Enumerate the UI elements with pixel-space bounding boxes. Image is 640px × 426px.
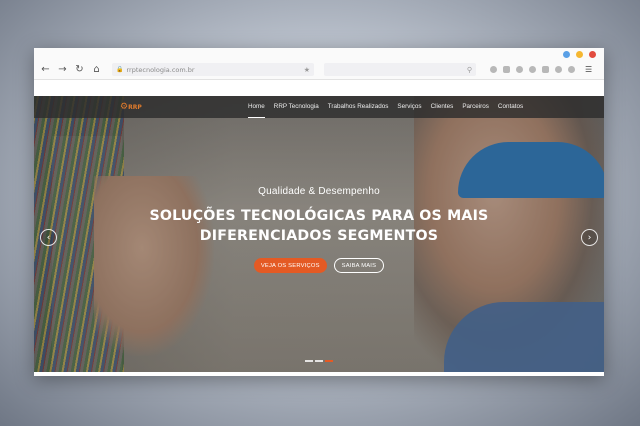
user-icon[interactable] [529, 66, 536, 73]
address-bar[interactable]: 🔒 rrptecnologia.com.br ★ [112, 63, 314, 76]
hero-headline-line-1: SOLUÇÕES TECNOLÓGICAS PARA OS MAIS [149, 208, 489, 224]
menu-item-clientes[interactable]: Clientes [431, 96, 454, 118]
heart-icon[interactable] [568, 66, 575, 73]
hero-headline-line-2: DIFERENCIADOS SEGMENTOS [199, 228, 439, 244]
forward-arrow-icon[interactable]: → [57, 64, 68, 75]
site-logo[interactable]: ⚙ RRP [120, 102, 142, 112]
hero-buttons: VEJA OS SERVIÇOS SAIBA MAIS [34, 258, 604, 273]
chevron-left-icon: ‹ [46, 232, 51, 243]
menu-item-parceiros[interactable]: Parceiros [462, 96, 489, 118]
hamburger-menu-icon[interactable]: ☰ [585, 65, 592, 74]
learn-more-button[interactable]: SAIBA MAIS [333, 258, 385, 273]
menu-item-home[interactable]: Home [248, 96, 265, 118]
briefcase-icon[interactable] [542, 66, 549, 73]
browser-toolbar: ← → ↻ ⌂ 🔒 rrptecnologia.com.br ★ ⚲ ☰ [34, 60, 604, 80]
slider-pagination [34, 360, 604, 362]
browser-titlebar [34, 48, 604, 60]
menu-item-rrp-tecnologia[interactable]: RRP Tecnologia [274, 96, 319, 118]
extension-toolbar [490, 66, 575, 73]
site-navbar: ⚙ RRP Home RRP Tecnologia Trabalhos Real… [34, 96, 604, 118]
main-menu: Home RRP Tecnologia Trabalhos Realizados… [248, 96, 532, 118]
back-arrow-icon[interactable]: ← [40, 64, 51, 75]
shield-icon[interactable] [555, 66, 562, 73]
slide-dot-2[interactable] [315, 360, 323, 362]
search-field[interactable]: ⚲ [324, 63, 476, 76]
info-icon[interactable] [516, 66, 523, 73]
slide-dot-1[interactable] [305, 360, 313, 362]
cloud-icon[interactable] [490, 66, 497, 73]
search-icon: ⚲ [466, 65, 472, 74]
camera-icon[interactable] [503, 66, 510, 73]
slider-prev-button[interactable]: ‹ [40, 229, 57, 246]
address-bar-url: rrptecnologia.com.br [126, 65, 195, 74]
browser-window: ← → ↻ ⌂ 🔒 rrptecnologia.com.br ★ ⚲ ☰ ⚙ R… [34, 48, 604, 376]
lock-icon: 🔒 [116, 66, 124, 73]
star-icon[interactable]: ★ [304, 66, 310, 74]
minimize-button[interactable] [563, 51, 570, 58]
hero-headline: SOLUÇÕES TECNOLÓGICAS PARA OS MAIS DIFER… [34, 206, 604, 246]
window-controls [563, 51, 596, 58]
slider-next-button[interactable]: › [581, 229, 598, 246]
logo-text: RRP [128, 103, 142, 111]
menu-item-servicos[interactable]: Serviços [397, 96, 421, 118]
hero-subtitle: Qualidade & Desempenho [258, 186, 380, 197]
maximize-button[interactable] [576, 51, 583, 58]
view-services-button[interactable]: VEJA OS SERVIÇOS [253, 258, 327, 273]
slide-dot-3[interactable] [325, 360, 333, 362]
close-button[interactable] [589, 51, 596, 58]
reload-icon[interactable]: ↻ [74, 64, 85, 75]
logo-gear-icon: ⚙ [120, 102, 128, 112]
chevron-right-icon: › [587, 232, 592, 243]
menu-item-contatos[interactable]: Contatos [498, 96, 523, 118]
menu-item-trabalhos-realizados[interactable]: Trabalhos Realizados [328, 96, 389, 118]
hero-caption: Qualidade & Desempenho SOLUÇÕES TECNOLÓG… [34, 186, 604, 273]
home-icon[interactable]: ⌂ [91, 64, 102, 75]
webpage: ⚙ RRP Home RRP Tecnologia Trabalhos Real… [34, 96, 604, 372]
